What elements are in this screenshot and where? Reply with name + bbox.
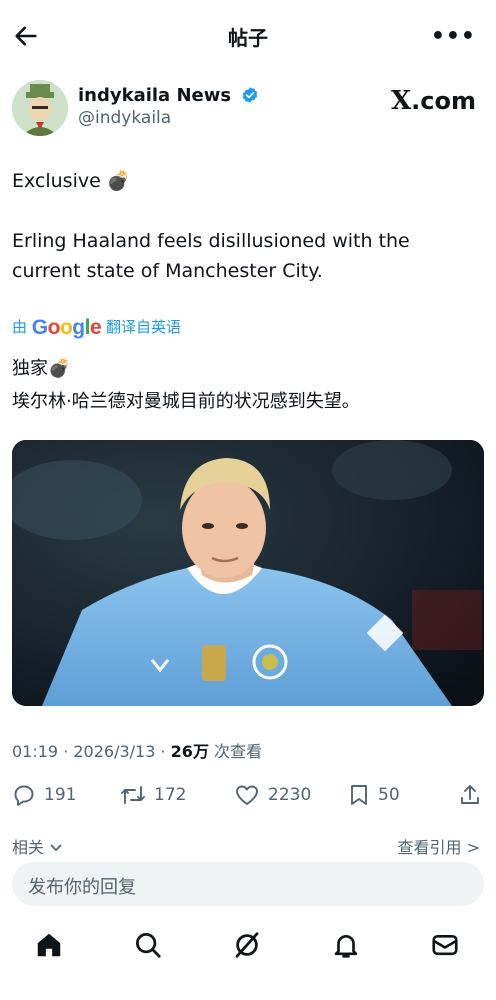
translation-attribution[interactable]: 由 Google 翻译自英语	[12, 316, 181, 340]
notifications-icon[interactable]	[331, 930, 361, 960]
google-logo: Google	[31, 316, 102, 339]
grok-icon[interactable]	[232, 930, 262, 960]
messages-icon[interactable]	[430, 930, 460, 960]
view-count: 26万	[170, 742, 209, 761]
search-icon[interactable]	[133, 930, 163, 960]
repost-button[interactable]: 172	[120, 778, 186, 812]
author-name[interactable]: indykaila News	[78, 85, 259, 106]
page-title: 帖子	[228, 26, 268, 50]
x-logo-tld: .com	[411, 87, 476, 115]
bookmark-icon	[351, 785, 367, 805]
bookmark-count: 50	[378, 785, 400, 805]
post-text-line1: Exclusive 💣	[12, 170, 131, 192]
avatar-illustration	[12, 80, 68, 136]
author-name-text[interactable]: indykaila News	[78, 85, 231, 106]
related-label: 相关	[12, 838, 45, 857]
translation-suffix: 翻译自英语	[105, 318, 181, 336]
translated-line2: 埃尔林·哈兰德对曼城目前的状况感到失望。	[12, 391, 360, 412]
post-image[interactable]	[12, 440, 484, 706]
bookmark-button[interactable]: 50	[348, 778, 400, 812]
like-icon	[236, 785, 258, 805]
haaland-photo	[12, 440, 484, 706]
translated-line1: 独家💣	[12, 358, 71, 379]
action-bar: 191 172 2230 50	[0, 778, 496, 812]
reply-count: 191	[44, 785, 77, 805]
repost-icon	[121, 786, 145, 804]
post-text-line2: Erling Haaland feels disillusioned with …	[12, 230, 410, 282]
repost-count: 172	[154, 785, 187, 805]
verified-icon	[243, 87, 258, 103]
x-com-logo: X.com	[391, 86, 476, 116]
chevron-down-icon	[50, 844, 62, 852]
more-icon[interactable]: •••	[431, 24, 476, 49]
translation-prefix: 由	[12, 318, 28, 336]
bottom-nav	[0, 920, 496, 980]
home-icon[interactable]	[34, 930, 64, 960]
share-button[interactable]	[458, 778, 482, 812]
reply-button[interactable]: 191	[12, 778, 76, 812]
reply-placeholder: 发布你的回复	[28, 877, 136, 898]
share-icon	[461, 785, 479, 804]
post-time: 01:19 · 2026/3/13 ·	[12, 742, 171, 761]
x-logo-icon: X	[390, 86, 412, 116]
related-toggle[interactable]: 相关	[12, 834, 63, 858]
top-bar: 帖子 •••	[0, 0, 496, 70]
reply-icon	[14, 785, 34, 806]
like-count: 2230	[268, 785, 312, 805]
avatar[interactable]	[12, 80, 68, 136]
view-quotes-link[interactable]: 查看引用 >	[398, 834, 481, 858]
reply-input[interactable]: 发布你的回复	[12, 862, 484, 906]
post-meta: 01:19 · 2026/3/13 · 26万 次查看	[12, 738, 262, 762]
like-button[interactable]: 2230	[234, 778, 311, 812]
view-label: 次查看	[208, 742, 263, 761]
author-handle[interactable]: @indykaila	[78, 108, 171, 128]
